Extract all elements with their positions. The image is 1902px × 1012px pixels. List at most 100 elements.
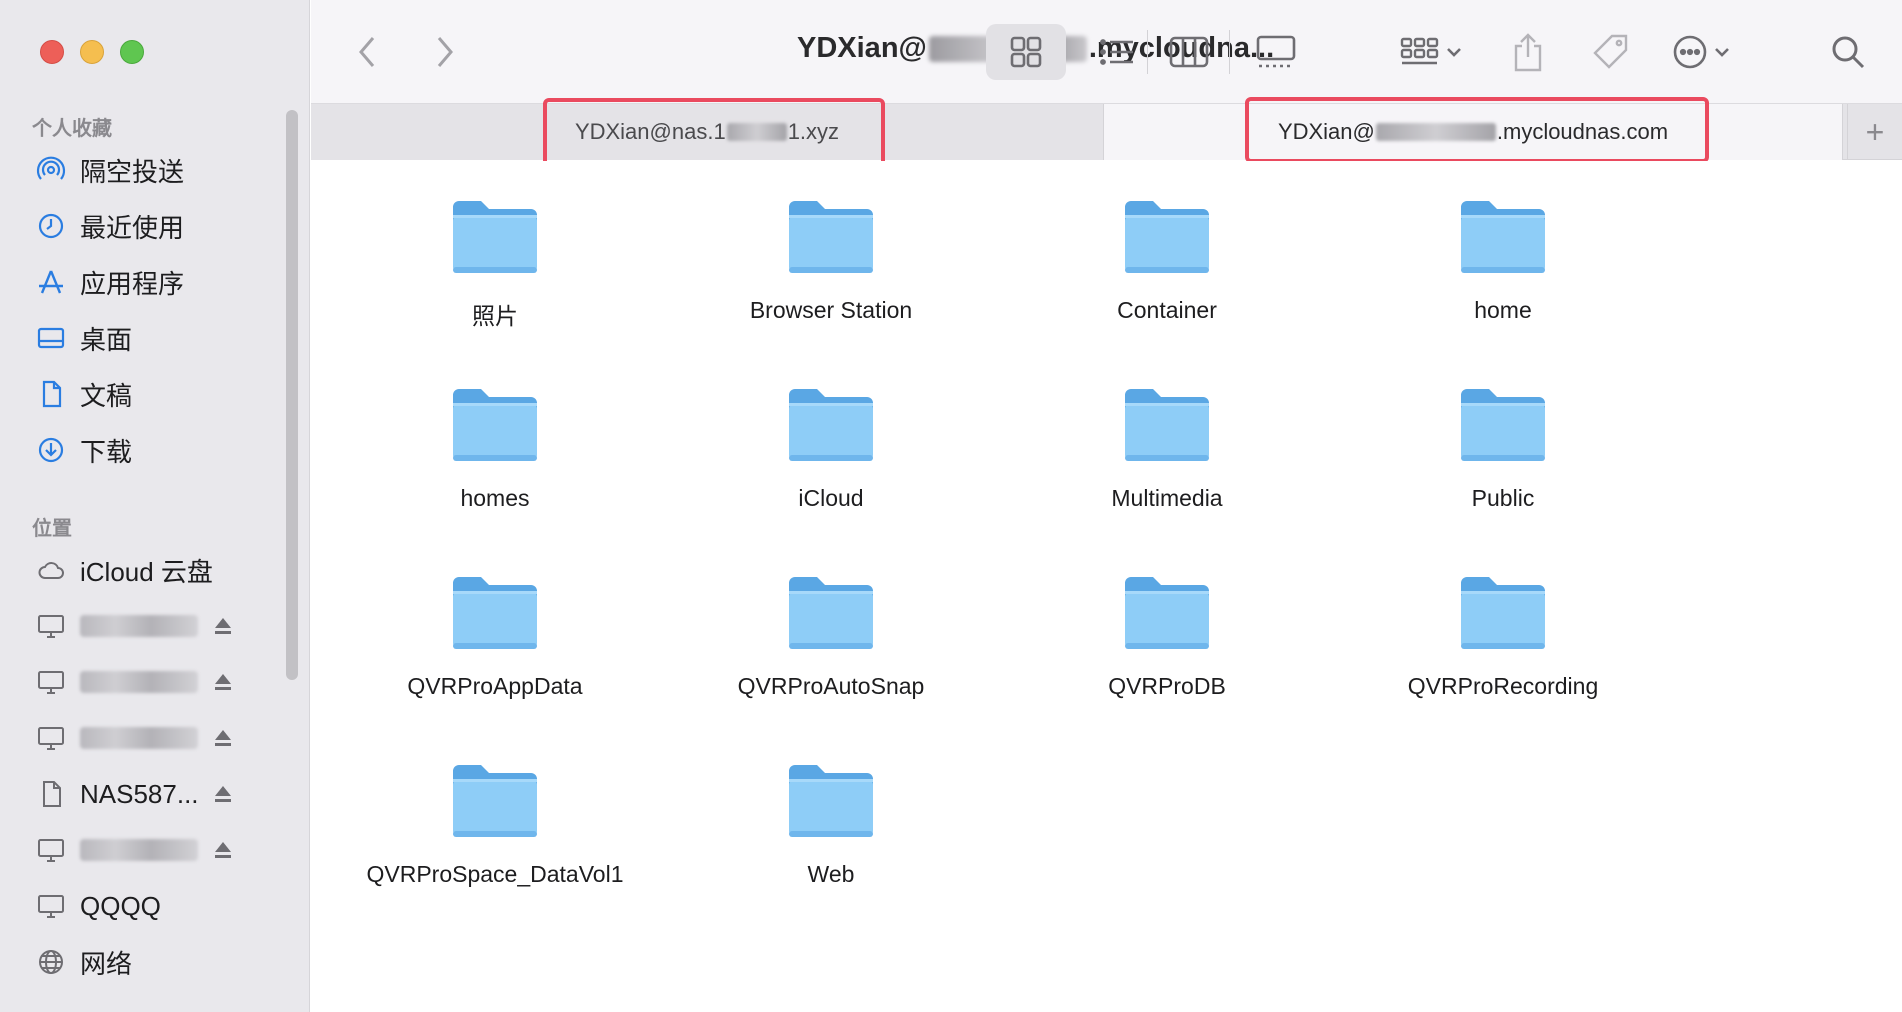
- back-button[interactable]: [347, 26, 387, 78]
- window-title-prefix: YDXian@: [797, 32, 927, 64]
- eject-icon[interactable]: [212, 671, 234, 693]
- folder-icon: [1461, 201, 1545, 273]
- sidebar-item-server-2[interactable]: [36, 662, 296, 702]
- folder-item[interactable]: homes: [345, 385, 645, 512]
- sidebar-scrollbar[interactable]: [286, 110, 298, 680]
- folder-icon: [453, 201, 537, 273]
- locations-header: 位置: [32, 518, 72, 540]
- folder-item[interactable]: QVRProRecording: [1353, 573, 1653, 700]
- document-icon: [36, 379, 66, 409]
- globe-icon: [36, 947, 66, 977]
- folder-icon: [1125, 389, 1209, 461]
- folder-icon: [1125, 577, 1209, 649]
- folder-item[interactable]: Multimedia: [1017, 385, 1317, 512]
- file-browser-content: 照片 Browser Station Container home homes …: [311, 161, 1902, 1012]
- close-button[interactable]: [40, 40, 64, 64]
- more-icon: [1673, 35, 1707, 69]
- list-view-button[interactable]: [1087, 26, 1147, 78]
- sidebar-item-server-1[interactable]: [36, 606, 296, 646]
- folder-name: QVRProSpace_DataVol1: [366, 861, 624, 887]
- folder-item[interactable]: Browser Station: [681, 197, 981, 324]
- computer-icon: [36, 723, 66, 753]
- folder-item[interactable]: QVRProSpace_DataVol1: [345, 761, 645, 888]
- sidebar-item-label: 隔空投送: [80, 156, 185, 187]
- list-icon: [1100, 39, 1133, 65]
- folder-icon: [1461, 577, 1545, 649]
- blurred-label: [80, 615, 198, 637]
- sidebar-item-applications[interactable]: 应用程序: [36, 262, 296, 302]
- sidebar-item-desktop[interactable]: 桌面: [36, 318, 296, 358]
- folder-icon: [789, 765, 873, 837]
- sidebar-item-label: NAS587...: [80, 778, 199, 809]
- annotation-highlight-box: [543, 98, 885, 168]
- share-button[interactable]: [1503, 26, 1553, 78]
- folder-name: QVRProRecording: [1407, 673, 1599, 699]
- more-button[interactable]: [1661, 26, 1741, 78]
- annotation-highlight-box: [1245, 97, 1709, 163]
- chevron-down-icon: [1715, 48, 1729, 57]
- sidebar-item-network[interactable]: 网络: [36, 942, 296, 982]
- eject-icon[interactable]: [212, 615, 234, 637]
- computer-icon: [36, 611, 66, 641]
- chevron-left-icon: [359, 37, 375, 67]
- folder-item[interactable]: iCloud: [681, 385, 981, 512]
- sidebar-item-recents[interactable]: 最近使用: [36, 206, 296, 246]
- folder-name: homes: [460, 485, 530, 511]
- chevron-down-icon: [1447, 48, 1461, 57]
- folder-item[interactable]: 照片: [345, 197, 645, 331]
- folder-item[interactable]: QVRProAutoSnap: [681, 573, 981, 700]
- folder-icon: [453, 389, 537, 461]
- grid-icon: [1010, 36, 1042, 68]
- blurred-label: [80, 839, 198, 861]
- share-icon: [1514, 33, 1542, 72]
- sidebar-item-server-3[interactable]: [36, 718, 296, 758]
- sidebar-item-documents[interactable]: 文稿: [36, 374, 296, 414]
- folder-item[interactable]: Container: [1017, 197, 1317, 324]
- folder-item[interactable]: Public: [1353, 385, 1653, 512]
- minimize-button[interactable]: [80, 40, 104, 64]
- group-button[interactable]: [1391, 26, 1471, 78]
- sidebar-item-label: 文稿: [80, 380, 133, 411]
- eject-icon[interactable]: [212, 783, 234, 805]
- search-button[interactable]: [1823, 26, 1873, 78]
- eject-icon[interactable]: [212, 839, 234, 861]
- folder-name: QVRProDB: [1108, 673, 1226, 699]
- desktop-icon: [36, 323, 66, 353]
- folder-icon: [1461, 389, 1545, 461]
- folder-item[interactable]: QVRProDB: [1017, 573, 1317, 700]
- folder-item[interactable]: Web: [681, 761, 981, 888]
- tag-button[interactable]: [1581, 26, 1641, 78]
- search-icon: [1832, 36, 1865, 69]
- sidebar-item-downloads[interactable]: 下载: [36, 430, 296, 470]
- sidebar-item-qqqq[interactable]: QQQQ: [36, 886, 296, 926]
- folder-item[interactable]: home: [1353, 197, 1653, 324]
- zoom-button[interactable]: [120, 40, 144, 64]
- column-view-button[interactable]: [1159, 26, 1219, 78]
- sidebar-item-icloud[interactable]: iCloud 云盘: [36, 550, 296, 590]
- forward-button[interactable]: [425, 26, 465, 78]
- sidebar-item-label: 网络: [80, 948, 133, 979]
- sidebar-item-label: QQQQ: [80, 890, 161, 921]
- folder-name: Web: [807, 861, 855, 887]
- folder-item[interactable]: QVRProAppData: [345, 573, 645, 700]
- sidebar-item-label: 桌面: [80, 324, 133, 355]
- gallery-view-button[interactable]: [1241, 26, 1311, 78]
- sidebar-item-label: 应用程序: [80, 268, 185, 299]
- cloud-icon: [36, 555, 66, 585]
- computer-icon: [36, 891, 66, 921]
- sidebar-item-label: 最近使用: [80, 212, 185, 243]
- sidebar-item-airdrop[interactable]: 隔空投送: [36, 150, 296, 190]
- new-tab-button[interactable]: +: [1847, 104, 1902, 160]
- folder-name: QVRProAppData: [407, 673, 583, 699]
- folder-name: Container: [1117, 297, 1217, 323]
- folder-name: iCloud: [798, 485, 864, 511]
- folder-name: Browser Station: [749, 297, 913, 323]
- folder-icon: [453, 765, 537, 837]
- icon-view-button[interactable]: [986, 26, 1066, 78]
- tag-icon: [1593, 34, 1628, 69]
- sidebar-item-server-4[interactable]: [36, 830, 296, 870]
- blurred-label: [80, 727, 198, 749]
- sidebar-item-nas587[interactable]: NAS587...: [36, 774, 296, 814]
- blurred-label: [80, 671, 198, 693]
- eject-icon[interactable]: [212, 727, 234, 749]
